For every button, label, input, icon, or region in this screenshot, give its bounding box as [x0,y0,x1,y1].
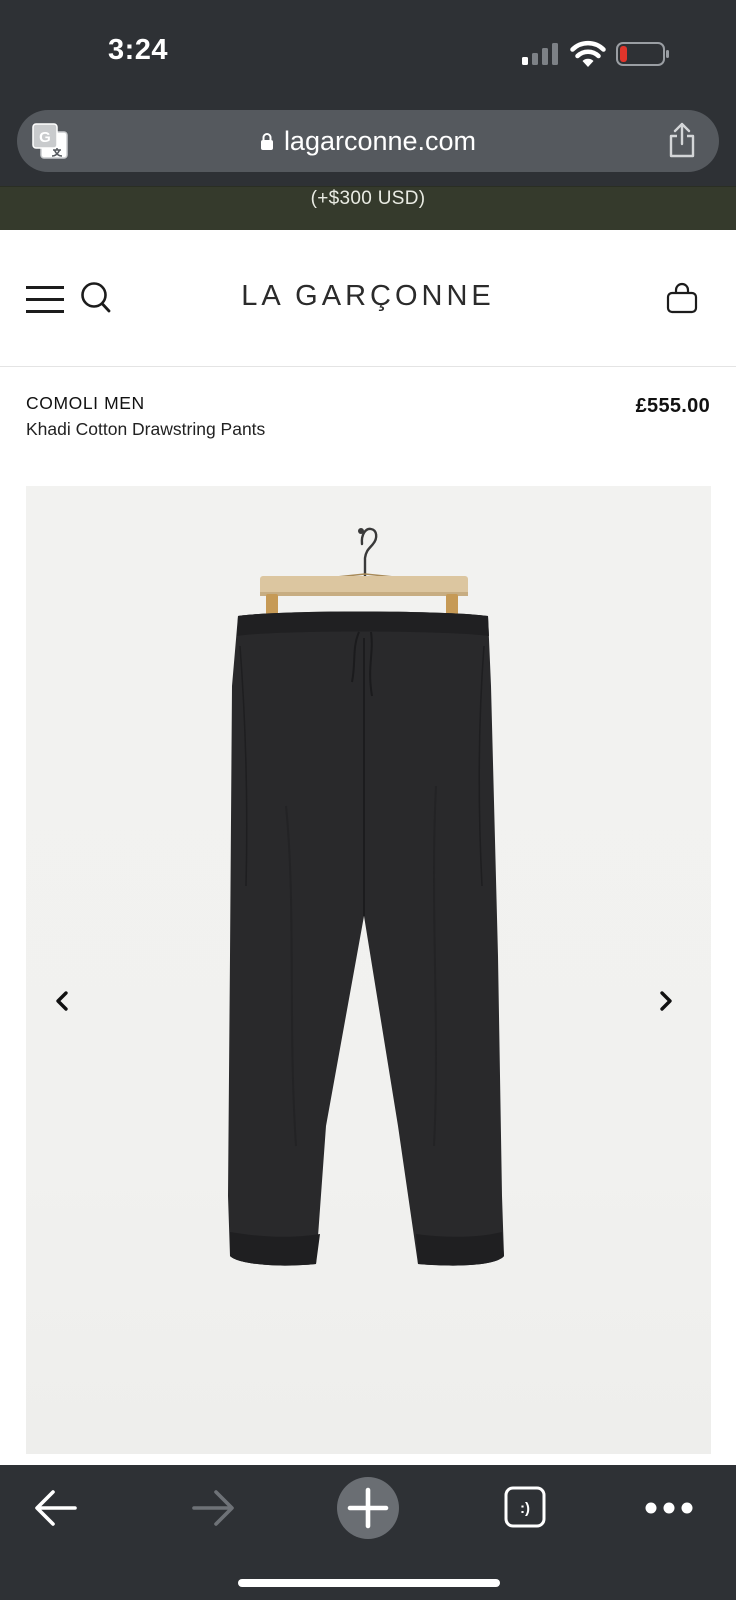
promo-banner: (+$300 USD) [0,186,736,230]
site-header: LA GARÇONNE [0,230,736,367]
arrow-left-icon[interactable] [33,1487,79,1529]
product-gallery[interactable] [26,486,711,1454]
shopping-bag-icon[interactable] [666,281,698,315]
product-price: £555.00 [635,395,710,417]
web-page: LA GARÇONNE COMOLI MEN Khadi Cotton Draw… [0,230,736,1465]
status-bar: 3:24 [0,0,736,106]
chevron-right-icon[interactable] [654,986,678,1016]
product-image [228,527,504,1266]
product-brand[interactable]: COMOLI MEN [26,393,145,414]
promo-text: (+$300 USD) [310,188,426,209]
wifi-icon [570,40,606,68]
plus-icon[interactable] [337,1477,399,1539]
more-dots-icon[interactable] [645,1500,693,1516]
address-bar[interactable]: G lagarconne.com [17,110,719,172]
product-name: Khadi Cotton Drawstring Pants [26,419,266,439]
arrow-right-icon[interactable] [190,1487,236,1529]
url-text[interactable]: lagarconne.com [284,126,476,157]
home-indicator[interactable] [238,1579,500,1587]
cellular-signal-icon [522,43,560,65]
tab-switcher-icon[interactable]: :) [504,1485,546,1529]
status-time: 3:24 [108,34,169,66]
battery-low-icon [616,42,670,66]
browser-toolbar: :) [0,1465,736,1600]
site-logo[interactable]: LA GARÇONNE [0,280,736,313]
chevron-left-icon[interactable] [50,986,74,1016]
share-icon[interactable] [667,122,697,158]
svg-text::): :) [520,1500,530,1517]
lock-icon [260,132,274,150]
